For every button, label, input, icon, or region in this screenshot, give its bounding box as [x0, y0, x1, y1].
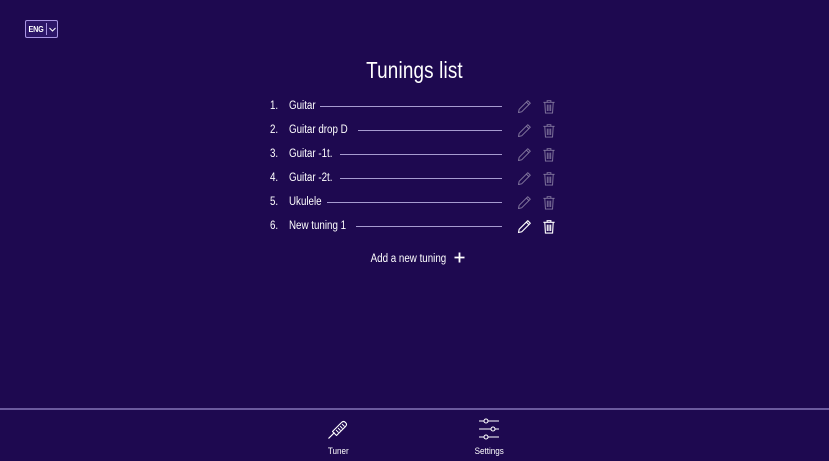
edit-button[interactable]	[513, 95, 535, 117]
nav-tuner[interactable]: Tuner	[326, 417, 350, 457]
add-tuning-label: Add a new tuning	[370, 253, 446, 265]
tuning-name[interactable]: Ukulele	[289, 196, 322, 208]
tuning-row: 1. Guitar	[270, 94, 560, 118]
tuning-number: 1.	[270, 100, 279, 112]
tuning-name[interactable]: Guitar -2t.	[289, 172, 332, 184]
add-tuning-button[interactable]: Add a new tuning	[0, 252, 829, 266]
delete-button[interactable]	[538, 95, 560, 117]
delete-button[interactable]	[538, 191, 560, 213]
tuning-name[interactable]: Guitar	[289, 100, 316, 112]
nav-settings-label: Settings	[474, 446, 504, 457]
tuning-name[interactable]: New tuning 1	[289, 220, 346, 232]
tuning-row: 3. Guitar -1t.	[270, 142, 560, 166]
tuning-number: 5.	[270, 196, 279, 208]
tuning-dotted-line	[320, 105, 502, 107]
tuning-number: 3.	[270, 148, 279, 160]
tuning-dotted-line	[340, 153, 502, 155]
tuning-dotted-line	[340, 177, 502, 179]
delete-button[interactable]	[538, 167, 560, 189]
edit-button[interactable]	[513, 167, 535, 189]
trash-icon	[543, 171, 555, 186]
tuning-dotted-line	[327, 201, 502, 203]
bottom-navigation: Tuner Settings	[0, 408, 829, 461]
nav-settings[interactable]: Settings	[472, 417, 506, 457]
tuning-row: 5. Ukulele	[270, 190, 560, 214]
tuning-row: 6. New tuning 1	[270, 214, 560, 238]
trash-icon	[543, 147, 555, 162]
tunings-list: 1. Guitar 2. Guitar drop D 3. Guitar -1t…	[270, 94, 560, 238]
tuning-number: 4.	[270, 172, 279, 184]
pencil-icon	[517, 99, 531, 113]
pencil-icon	[517, 123, 531, 137]
trash-icon	[543, 123, 555, 138]
edit-button[interactable]	[513, 191, 535, 213]
trash-icon	[543, 195, 555, 210]
tuning-fork-icon	[328, 420, 348, 439]
language-label: ENG	[28, 24, 44, 34]
tuning-name[interactable]: Guitar -1t.	[289, 148, 332, 160]
pencil-icon	[517, 147, 531, 161]
trash-icon	[543, 219, 555, 234]
sliders-icon	[479, 418, 500, 440]
edit-button[interactable]	[513, 119, 535, 141]
delete-button[interactable]	[538, 143, 560, 165]
plus-icon	[454, 252, 465, 266]
delete-button[interactable]	[538, 215, 560, 237]
tuning-row: 2. Guitar drop D	[270, 118, 560, 142]
tuning-number: 6.	[270, 220, 279, 232]
tuning-name[interactable]: Guitar drop D	[289, 124, 348, 136]
tuning-number: 2.	[270, 124, 279, 136]
tuning-dotted-line	[358, 129, 502, 131]
delete-button[interactable]	[538, 119, 560, 141]
edit-button[interactable]	[513, 215, 535, 237]
tuning-dotted-line	[356, 225, 502, 227]
edit-button[interactable]	[513, 143, 535, 165]
pencil-icon	[517, 171, 531, 185]
language-selector[interactable]: ENG	[25, 20, 58, 38]
pencil-icon	[517, 219, 531, 233]
nav-tuner-label: Tuner	[327, 446, 349, 457]
tuning-row: 4. Guitar -2t.	[270, 166, 560, 190]
chevron-down-icon	[47, 27, 57, 32]
trash-icon	[543, 99, 555, 114]
page-title: Tunings list	[366, 57, 463, 83]
pencil-icon	[517, 195, 531, 209]
